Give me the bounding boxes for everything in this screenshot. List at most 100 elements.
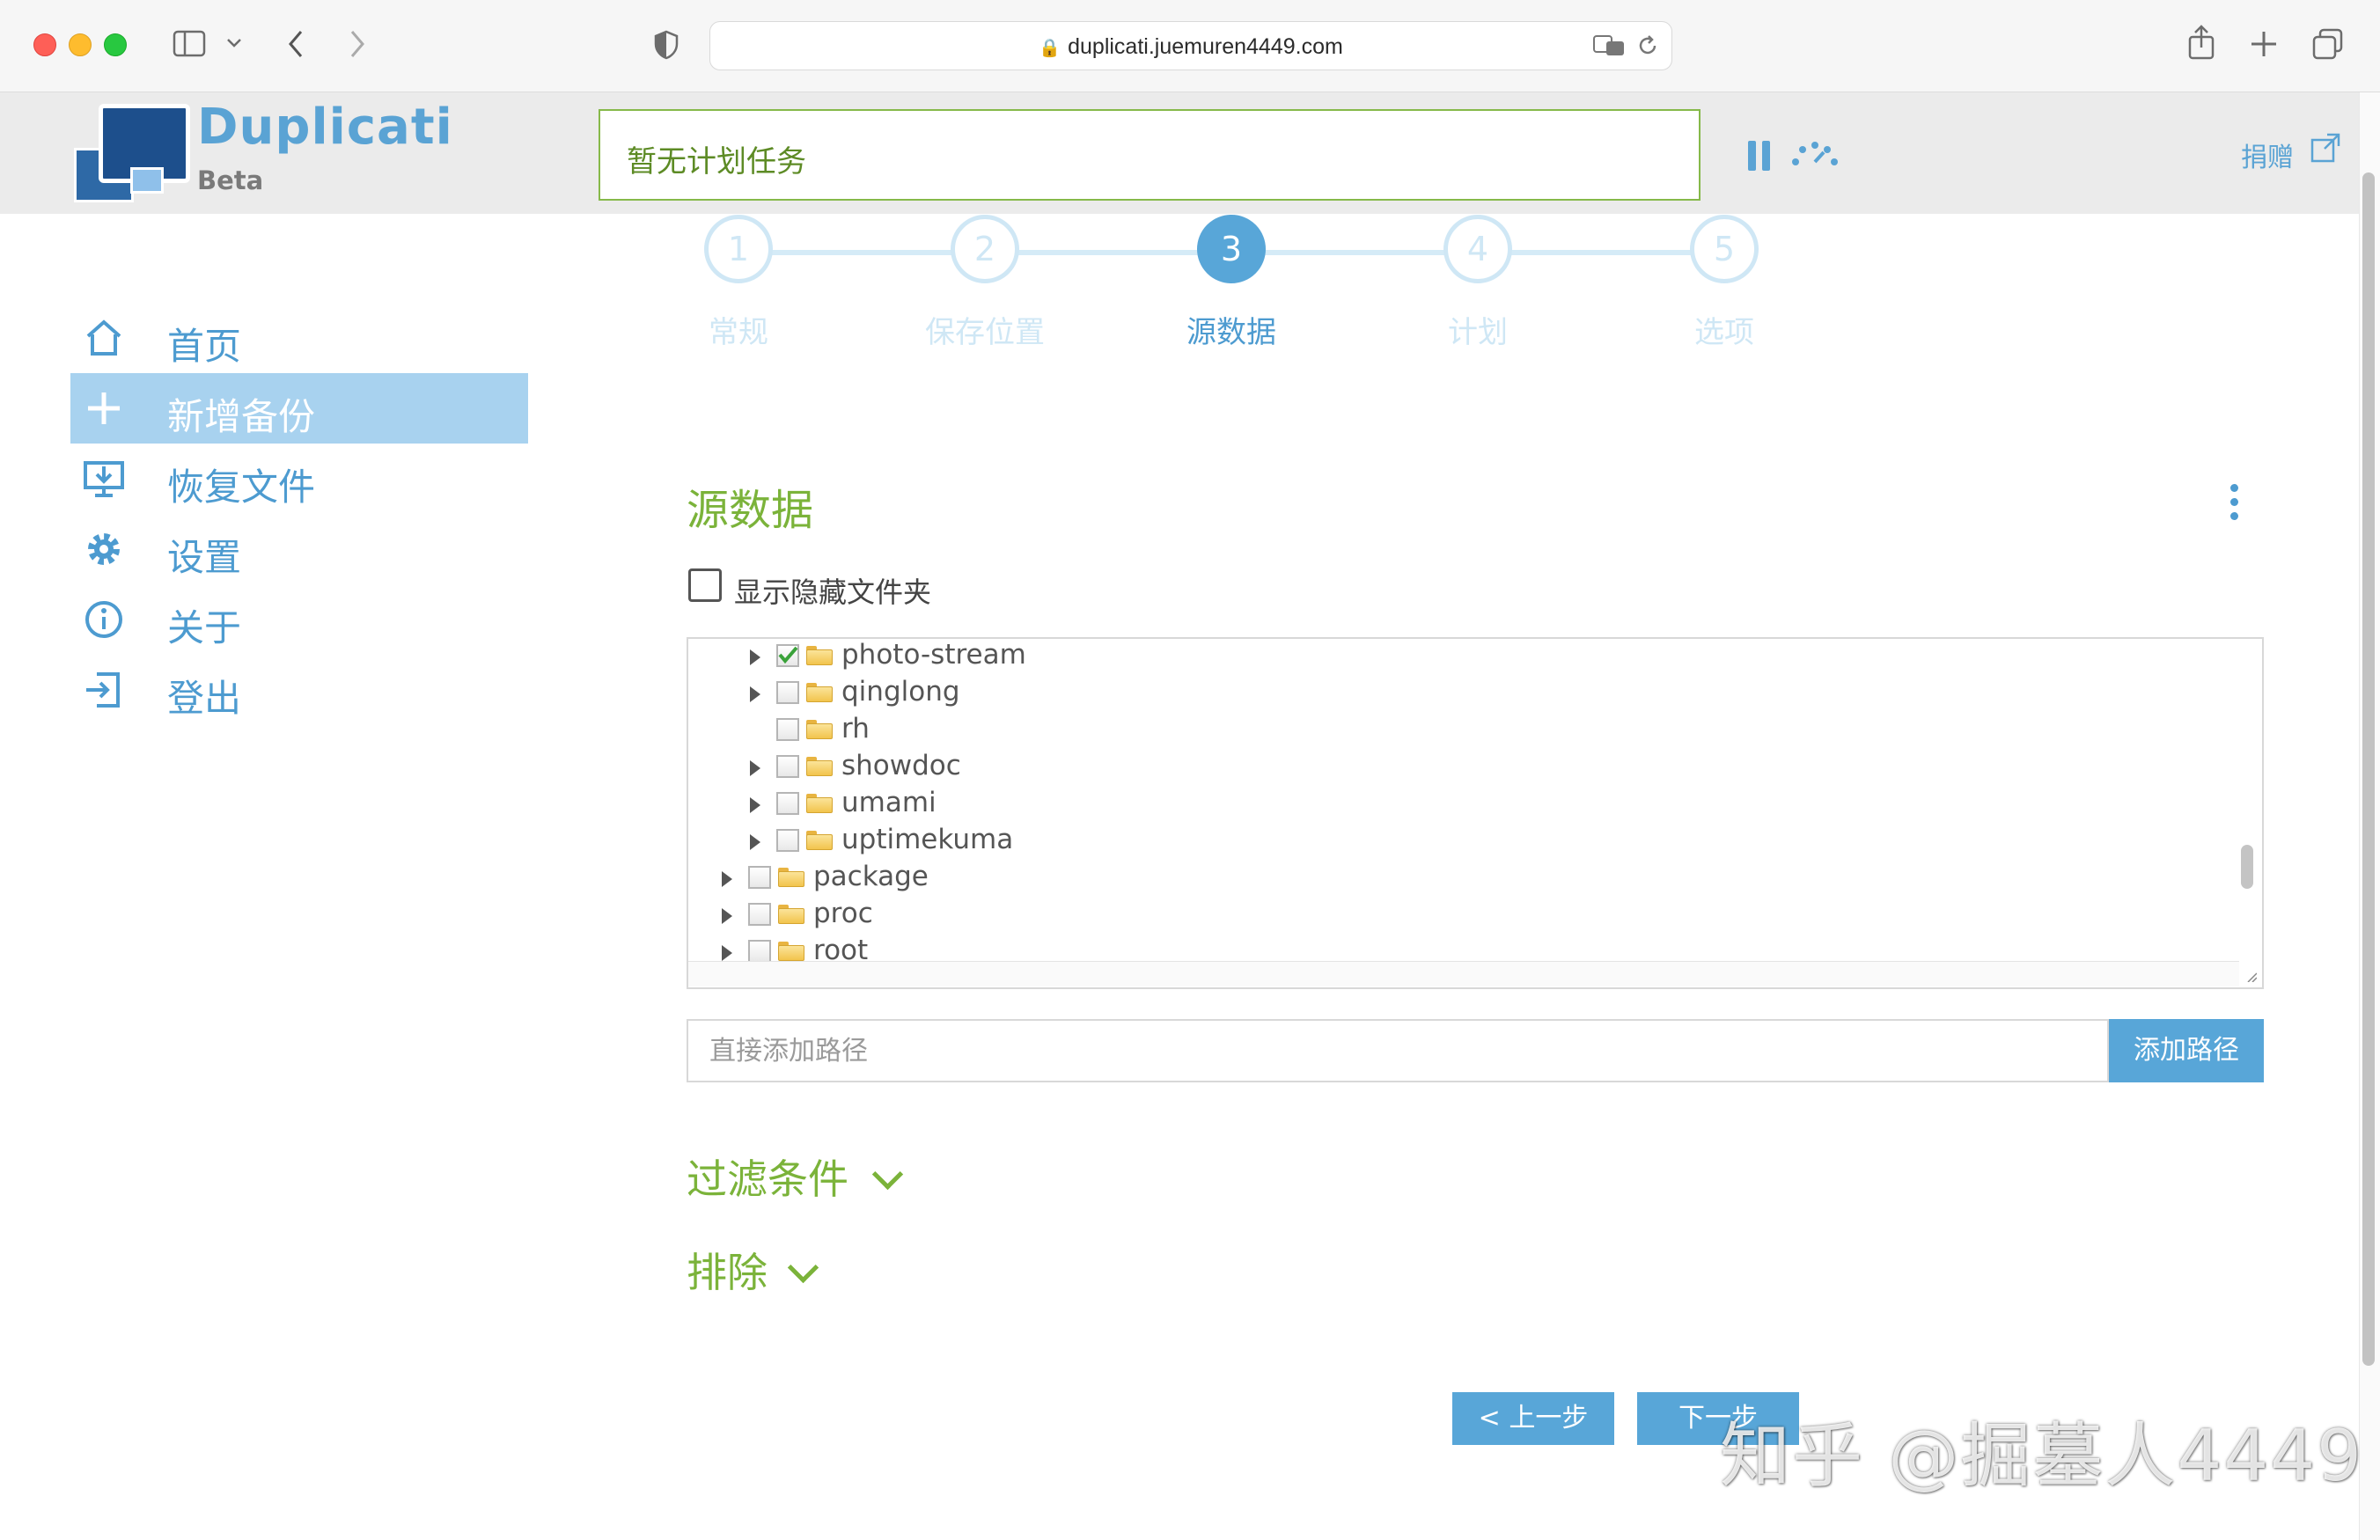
tree-node-checkbox[interactable] [776,792,799,815]
watermark: 知乎 @掘墓人4449 [1720,1415,2364,1497]
chevron-down-icon[interactable] [871,1158,904,1191]
step-5-circle[interactable]: 5 [1690,215,1759,283]
tree-node[interactable]: uptimekuma [750,824,2185,861]
status-panel: 暂无计划任务 [599,109,1701,201]
chevron-down-icon[interactable] [787,1251,819,1284]
tree-node-checkbox[interactable] [748,866,771,889]
donate-link[interactable]: 捐赠 [2241,136,2294,174]
step-connector [1017,250,1199,255]
tree-node[interactable]: qinglong [750,676,2185,713]
tree-node-label[interactable]: qinglong [841,676,960,708]
tab-overview-icon[interactable] [2311,28,2345,62]
step-2-circle[interactable]: 2 [951,215,1019,283]
sidebar-item-logout[interactable]: 登出 [70,655,528,725]
external-link-icon[interactable] [2310,132,2341,164]
tree-node-label[interactable]: uptimekuma [841,824,1013,855]
expand-arrow-icon[interactable] [722,871,732,887]
plus-icon [88,392,120,424]
tree-node-label[interactable]: proc [813,898,873,929]
tree-node[interactable]: package [722,861,2185,898]
tree-node-label[interactable]: umami [841,787,937,818]
back-icon[interactable] [285,28,306,60]
expand-arrow-icon[interactable] [750,649,760,665]
new-tab-icon[interactable] [2250,30,2278,58]
tree-node-checkbox[interactable] [776,829,799,852]
folder-tree[interactable]: photo-stream qinglong rh showdoc umami uptime… [687,637,2264,989]
tree-node[interactable]: showdoc [750,750,2185,787]
step-2-label[interactable]: 保存位置 [897,308,1073,351]
show-hidden-checkbox[interactable] [688,568,722,602]
add-path-input[interactable] [687,1019,2109,1082]
expand-arrow-icon[interactable] [750,834,760,850]
tree-scrollbar-thumb[interactable] [2241,845,2253,889]
pause-icon[interactable] [1748,141,1773,171]
sidebar-item-settings[interactable]: 设置 [70,514,528,584]
expand-arrow-icon[interactable] [750,760,760,776]
expand-arrow-icon[interactable] [750,686,760,702]
folder-icon [806,720,833,739]
address-bar[interactable]: 🔒 duplicati.juemuren4449.com [709,21,1672,70]
step-5-label[interactable]: 选项 [1636,308,1812,351]
minimize-window-button[interactable] [69,33,92,56]
tree-node-checkbox[interactable] [776,718,799,741]
sidebar-item-restore[interactable]: 恢复文件 [70,444,528,514]
exclude-toggle[interactable]: 排除 [687,1241,768,1299]
show-hidden-label[interactable]: 显示隐藏文件夹 [734,570,931,611]
expand-arrow-icon[interactable] [722,908,732,924]
zoom-window-button[interactable] [104,33,127,56]
tree-node-label[interactable]: package [813,861,929,892]
lock-icon: 🔒 [1039,39,1061,58]
sidebar-toggle-icon[interactable] [173,30,208,58]
sidebar-item-label: 设置 [167,536,242,579]
folder-icon [806,794,833,813]
reload-icon[interactable] [1636,34,1659,57]
step-3-label[interactable]: 源数据 [1143,308,1319,351]
chevron-down-icon[interactable] [225,37,243,49]
step-1-circle[interactable]: 1 [704,215,773,283]
tree-node[interactable]: rh [750,713,2185,750]
tree-horizontal-scrollbar[interactable] [688,961,2239,986]
resize-handle-icon[interactable] [2246,972,2257,982]
sidebar-item-label: 首页 [167,325,242,368]
expand-arrow-icon[interactable] [722,945,732,961]
step-4-label[interactable]: 计划 [1390,308,1566,351]
tree-node-label[interactable]: photo-stream [841,639,1026,671]
close-window-button[interactable] [33,33,56,56]
sidebar-item-add-backup[interactable]: 新增备份 [70,373,528,444]
expand-arrow-icon[interactable] [750,797,760,813]
forward-icon[interactable] [347,28,368,60]
tree-node-checkbox[interactable] [776,755,799,778]
sidebar-item-label: 恢复文件 [167,466,316,509]
tree-node-label[interactable]: rh [841,713,870,744]
source-data-title: 源数据 [687,486,814,535]
folder-icon [806,757,833,776]
more-options-icon[interactable] [2230,484,2239,526]
previous-step-button[interactable]: < 上一步 [1452,1392,1614,1445]
throttle-speed-icon[interactable] [1790,141,1840,167]
sidebar-item-home[interactable]: 首页 [70,303,528,373]
tree-node-checkbox[interactable] [776,681,799,704]
tree-node-checkbox[interactable] [776,644,799,667]
privacy-shield-icon[interactable] [653,30,679,60]
share-icon[interactable] [2186,25,2216,62]
page-scrollbar-thumb[interactable] [2362,172,2375,1366]
step-4-circle[interactable]: 4 [1443,215,1512,283]
tree-node-label[interactable]: showdoc [841,750,961,781]
beta-label: Beta [197,165,264,195]
tree-node[interactable]: photo-stream [750,639,2185,676]
folder-icon [778,942,804,961]
brand-name[interactable]: Duplicati [197,99,453,156]
step-1-label[interactable]: 常规 [650,308,826,351]
folder-icon [778,905,804,924]
tree-node-checkbox[interactable] [748,940,771,963]
tree-node[interactable]: proc [722,898,2185,935]
filters-toggle[interactable]: 过滤条件 [687,1148,848,1206]
tree-node-checkbox[interactable] [748,903,771,926]
add-path-button[interactable]: 添加路径 [2109,1019,2264,1082]
translate-icon[interactable] [1592,34,1627,57]
step-3-circle[interactable]: 3 [1197,215,1266,283]
tree-node[interactable]: umami [750,787,2185,824]
step-connector [1510,250,1692,255]
sidebar-item-about[interactable]: 关于 [70,584,528,655]
restore-icon [84,461,124,497]
